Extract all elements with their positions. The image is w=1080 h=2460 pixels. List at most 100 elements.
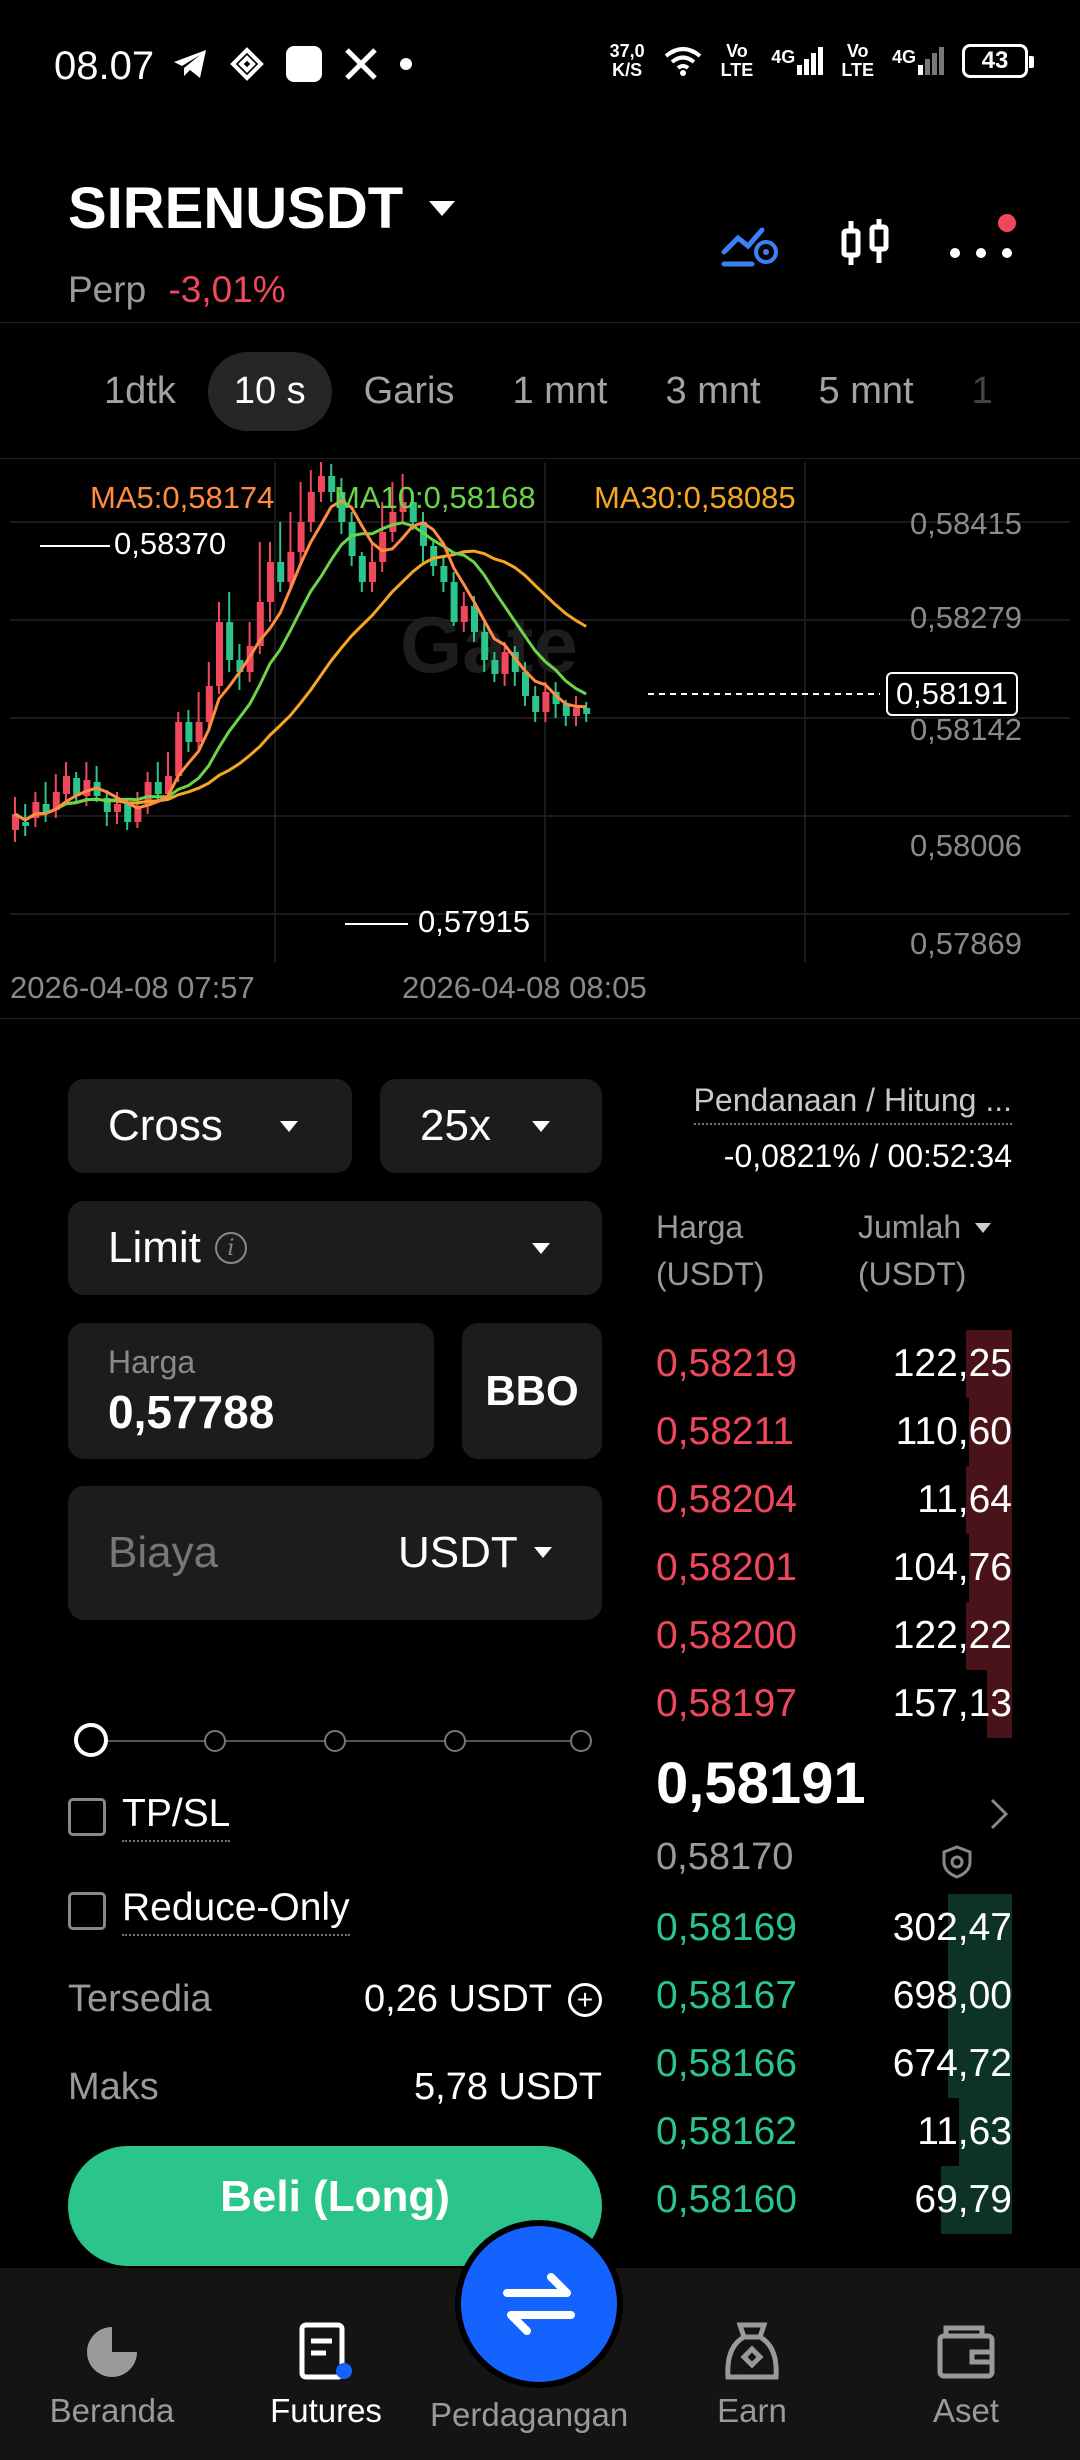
chevron-right-icon[interactable]	[988, 1796, 1012, 1832]
nav-trade-label[interactable]: Perdagangan	[430, 2396, 628, 2434]
slider-step[interactable]	[204, 1730, 226, 1752]
nav-earn[interactable]: Earn	[652, 2268, 852, 2460]
pair-selector[interactable]: SIRENUSDT	[68, 175, 456, 242]
tpsl-checkbox[interactable]	[68, 1798, 106, 1836]
candle-body	[573, 708, 580, 716]
caret-down-icon	[975, 1222, 992, 1233]
tab-5m[interactable]: 5 mnt	[793, 352, 940, 431]
order-price: 0,58160	[656, 2178, 797, 2221]
max-row: Maks 5,78 USDT	[68, 2066, 602, 2108]
bid-row[interactable]: 0,58167 698,00	[656, 1962, 1012, 2030]
last-price[interactable]: 0,58191	[656, 1750, 866, 1817]
order-type-select[interactable]: Limit i	[68, 1201, 602, 1295]
more-icon[interactable]	[950, 214, 1016, 268]
tab-more[interactable]: 1	[946, 352, 1019, 431]
price-input[interactable]: Harga 0,57788	[68, 1323, 434, 1459]
candle-body	[460, 606, 468, 622]
earn-icon	[725, 2322, 779, 2380]
add-funds-icon[interactable]: +	[568, 1982, 602, 2017]
slider-step[interactable]	[324, 1730, 346, 1752]
wallet-icon	[937, 2325, 995, 2379]
order-price: 0,58169	[656, 1906, 797, 1949]
shield-icon	[942, 1845, 972, 1879]
signal-icon: 4G	[892, 47, 944, 75]
order-amount: 157,13	[892, 1682, 1012, 1725]
candle-body	[369, 562, 376, 582]
status-bar: 08.07 37,0 K/S Vo LTE 4G Vo LTE 4G 43	[0, 0, 1080, 130]
swap-icon	[503, 2273, 575, 2335]
candle-body	[267, 562, 274, 602]
candle-body	[175, 722, 183, 776]
cost-input[interactable]: Biaya USDT	[68, 1486, 602, 1620]
max-value: 5,78 USDT	[414, 2066, 602, 2108]
nav-home[interactable]: Beranda	[12, 2268, 212, 2460]
tab-10s[interactable]: 10 s	[207, 351, 332, 431]
nav-assets[interactable]: Aset	[866, 2268, 1066, 2460]
status-right: 37,0 K/S Vo LTE 4G Vo LTE 4G 43	[610, 42, 1034, 80]
candle-body	[542, 692, 550, 712]
candle-body	[450, 582, 458, 622]
order-price: 0,58219	[656, 1342, 797, 1385]
order-amount: 11,63	[917, 2110, 1012, 2153]
y-tick: 0,58142	[909, 712, 1022, 747]
order-amount: 698,00	[892, 1974, 1012, 2017]
reduce-only-label[interactable]: Reduce-Only	[122, 1886, 350, 1936]
ask-row[interactable]: 0,58219 122,25	[656, 1330, 1012, 1398]
tab-line[interactable]: Garis	[338, 352, 481, 431]
cost-unit-select[interactable]: USDT	[398, 1528, 518, 1578]
ask-row[interactable]: 0,58200 122,22	[656, 1602, 1012, 1670]
bid-row[interactable]: 0,58169 302,47	[656, 1894, 1012, 1962]
price-input-value: 0,57788	[108, 1385, 275, 1438]
order-price: 0,58166	[656, 2042, 797, 2085]
notification-icons	[172, 46, 412, 82]
candle-body	[501, 652, 509, 674]
tab-3m[interactable]: 3 mnt	[640, 352, 787, 431]
funding-label[interactable]: Pendanaan / Hitung ...	[693, 1082, 1012, 1125]
slider-step[interactable]	[570, 1730, 592, 1752]
y-tick: 0,58006	[909, 828, 1022, 863]
ma5-label: MA5:0,58174	[90, 480, 275, 515]
reduce-only-checkbox[interactable]	[68, 1892, 106, 1930]
ask-row[interactable]: 0,58197 157,13	[656, 1670, 1012, 1738]
available-row: Tersedia 0,26 USDT +	[68, 1978, 602, 2021]
bbo-button[interactable]: BBO	[462, 1323, 602, 1459]
pair-subtitle: Perp -3,01%	[68, 269, 286, 311]
candle-body	[154, 782, 162, 794]
leverage-select[interactable]: 25x	[380, 1079, 602, 1173]
tab-1dtk[interactable]: 1dtk	[78, 352, 202, 431]
order-amount: 302,47	[892, 1906, 1012, 1949]
ask-row[interactable]: 0,58204 11,64	[656, 1466, 1012, 1534]
chart-settings-icon[interactable]	[720, 218, 782, 268]
candle-body	[63, 776, 70, 794]
candle-body	[22, 822, 30, 826]
order-price: 0,58201	[656, 1546, 797, 1589]
candle-body	[297, 522, 305, 552]
bid-row[interactable]: 0,58162 11,63	[656, 2098, 1012, 2166]
candle-body	[481, 632, 489, 660]
candlestick-icon[interactable]	[838, 215, 894, 271]
divider	[0, 458, 1080, 459]
trade-fab-button[interactable]	[461, 2226, 617, 2382]
wifi-icon	[664, 47, 701, 76]
candle-body	[430, 546, 438, 566]
tab-1m[interactable]: 1 mnt	[486, 352, 633, 431]
ask-row[interactable]: 0,58211 110,60	[656, 1398, 1012, 1466]
margin-mode-select[interactable]: Cross	[68, 1079, 352, 1173]
info-icon[interactable]: i	[214, 1232, 247, 1264]
slider-handle[interactable]	[74, 1723, 108, 1757]
bid-row[interactable]: 0,58160 69,79	[656, 2166, 1012, 2234]
candle-body	[318, 476, 325, 492]
ask-row[interactable]: 0,58201 104,76	[656, 1534, 1012, 1602]
current-price-tag: 0,58191	[885, 672, 1018, 716]
header-actions	[720, 214, 1016, 271]
tpsl-label[interactable]: TP/SL	[122, 1792, 231, 1842]
high-label: 0,58370	[114, 526, 227, 561]
caret-down-icon	[532, 1243, 550, 1254]
nav-futures[interactable]: Futures	[226, 2268, 426, 2460]
amount-column-header[interactable]: Jumlah (USDT)	[858, 1204, 992, 1298]
bid-row[interactable]: 0,58166 674,72	[656, 2030, 1012, 2098]
candle-body	[277, 562, 285, 582]
price-chart[interactable]: Gate MA5:0,58174 MA10:0,58168 MA30:0,580…	[0, 462, 1080, 1022]
candle-body	[379, 532, 387, 562]
slider-step[interactable]	[444, 1730, 466, 1752]
